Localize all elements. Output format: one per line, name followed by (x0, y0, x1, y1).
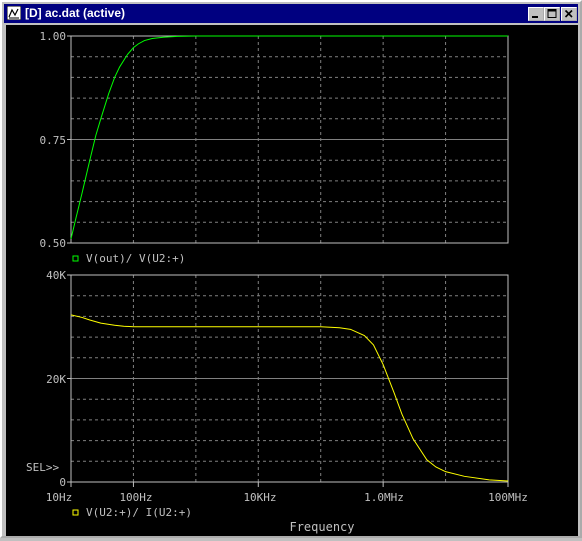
top-trace-line (70, 35, 508, 239)
top-plot-grid (67, 35, 509, 244)
plot-canvas[interactable]: 1.00 0.75 0.50 40K 20K 0 SEL>> 10Hz 100H… (6, 25, 578, 536)
xtick-label: 10Hz (46, 491, 73, 504)
close-icon (564, 9, 573, 18)
xtick-label: 10KHz (243, 491, 276, 504)
maximize-button[interactable] (544, 7, 560, 21)
top-ytick-label: 1.00 (40, 30, 67, 43)
bottom-ytick-label: 20K (46, 373, 66, 386)
plot-area[interactable]: 1.00 0.75 0.50 40K 20K 0 SEL>> 10Hz 100H… (6, 25, 578, 536)
plot-window: [D] ac.dat (active) 1.00 0.75 0.50 40K 2… (0, 0, 582, 538)
bottom-ytick-label: 0 (59, 476, 66, 489)
window-title: [D] ac.dat (active) (25, 6, 126, 20)
bottom-plot-grid (67, 274, 509, 487)
top-ytick-label: 0.75 (40, 134, 67, 147)
title-bar[interactable]: [D] ac.dat (active) (4, 4, 578, 23)
sel-marker[interactable]: SEL>> (26, 461, 59, 474)
maximize-icon (547, 9, 557, 18)
bottom-trace-line (70, 314, 509, 482)
x-axis-title: Frequency (289, 520, 354, 534)
xtick-label: 100Hz (119, 491, 152, 504)
minimize-icon (532, 16, 538, 18)
bottom-legend-marker (72, 509, 79, 516)
xtick-label: 1.0MHz (364, 491, 404, 504)
close-button[interactable] (561, 7, 577, 21)
top-ytick-label: 0.50 (40, 237, 67, 250)
probe-app-icon[interactable] (7, 6, 21, 20)
xtick-label: 100MHz (488, 491, 528, 504)
bottom-legend-label[interactable]: V(U2:+)/ I(U2:+) (86, 506, 192, 519)
top-legend-label[interactable]: V(out)/ V(U2:+) (86, 252, 185, 265)
minimize-button[interactable] (528, 7, 544, 21)
bottom-ytick-label: 40K (46, 269, 66, 282)
top-legend-marker (72, 255, 79, 262)
